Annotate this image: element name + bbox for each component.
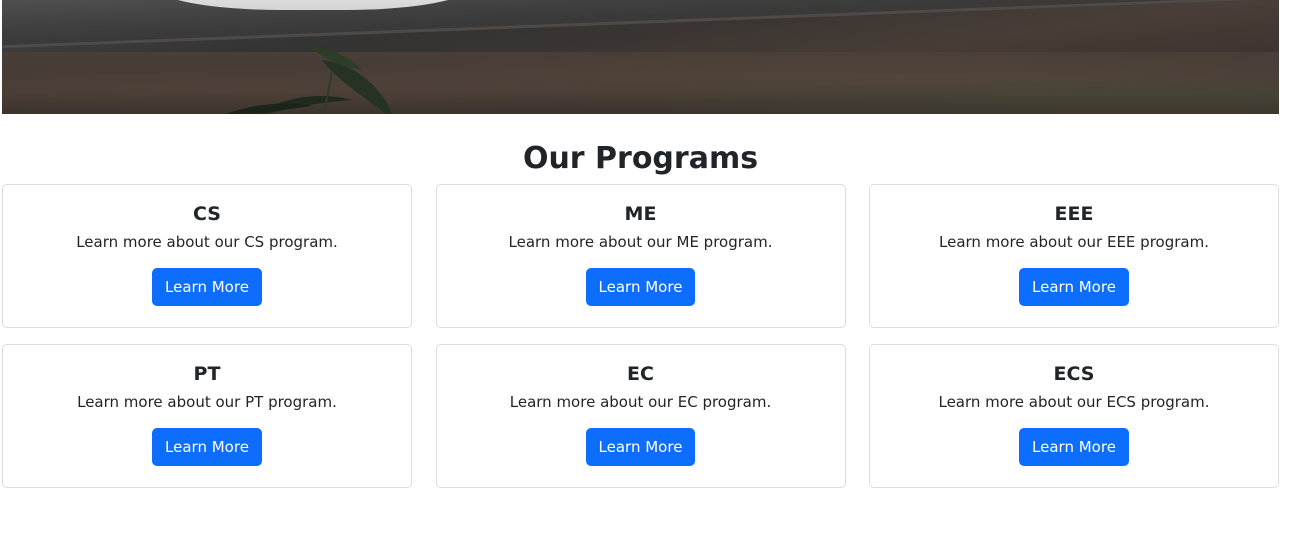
card-title: PT — [193, 363, 221, 385]
card-title: EC — [627, 363, 654, 385]
card-description: Learn more about our EC program. — [509, 393, 772, 411]
learn-more-button-me[interactable]: Learn More — [585, 268, 696, 306]
program-card-ec: EC Learn more about our EC program. Lear… — [435, 344, 846, 488]
hero-ground — [2, 52, 1279, 114]
hero-road — [2, 0, 1279, 50]
card-description: Learn more about our EEE program. — [939, 233, 1209, 251]
section-title: Our Programs — [522, 141, 759, 176]
hero-image — [2, 0, 1279, 114]
learn-more-button-ec[interactable]: Learn More — [585, 428, 696, 466]
program-card-ecs: ECS Learn more about our ECS program. Le… — [869, 344, 1279, 488]
program-card-eee: EEE Learn more about our EEE program. Le… — [869, 184, 1279, 328]
card-title: ECS — [1053, 363, 1095, 385]
program-card-cs: CS Learn more about our CS program. Lear… — [2, 184, 412, 328]
program-card-pt: PT Learn more about our PT program. Lear… — [2, 344, 412, 488]
learn-more-button-ecs[interactable]: Learn More — [1019, 428, 1129, 466]
card-title: EEE — [1054, 203, 1094, 225]
card-title: ME — [624, 203, 657, 225]
card-description: Learn more about our PT program. — [77, 393, 337, 411]
program-card-me: ME Learn more about our ME program. Lear… — [435, 184, 846, 328]
learn-more-button-cs[interactable]: Learn More — [152, 268, 262, 306]
page: Our Programs CS Learn more about our CS … — [0, 0, 1310, 547]
card-description: Learn more about our ECS program. — [938, 393, 1210, 411]
card-description: Learn more about our CS program. — [76, 233, 338, 251]
card-title: CS — [193, 203, 221, 225]
learn-more-button-eee[interactable]: Learn More — [1019, 268, 1129, 306]
programs-grid: CS Learn more about our CS program. Lear… — [2, 184, 1279, 488]
hero-plant-leaves — [226, 45, 392, 114]
learn-more-button-pt[interactable]: Learn More — [152, 428, 262, 466]
card-description: Learn more about our ME program. — [508, 233, 773, 251]
